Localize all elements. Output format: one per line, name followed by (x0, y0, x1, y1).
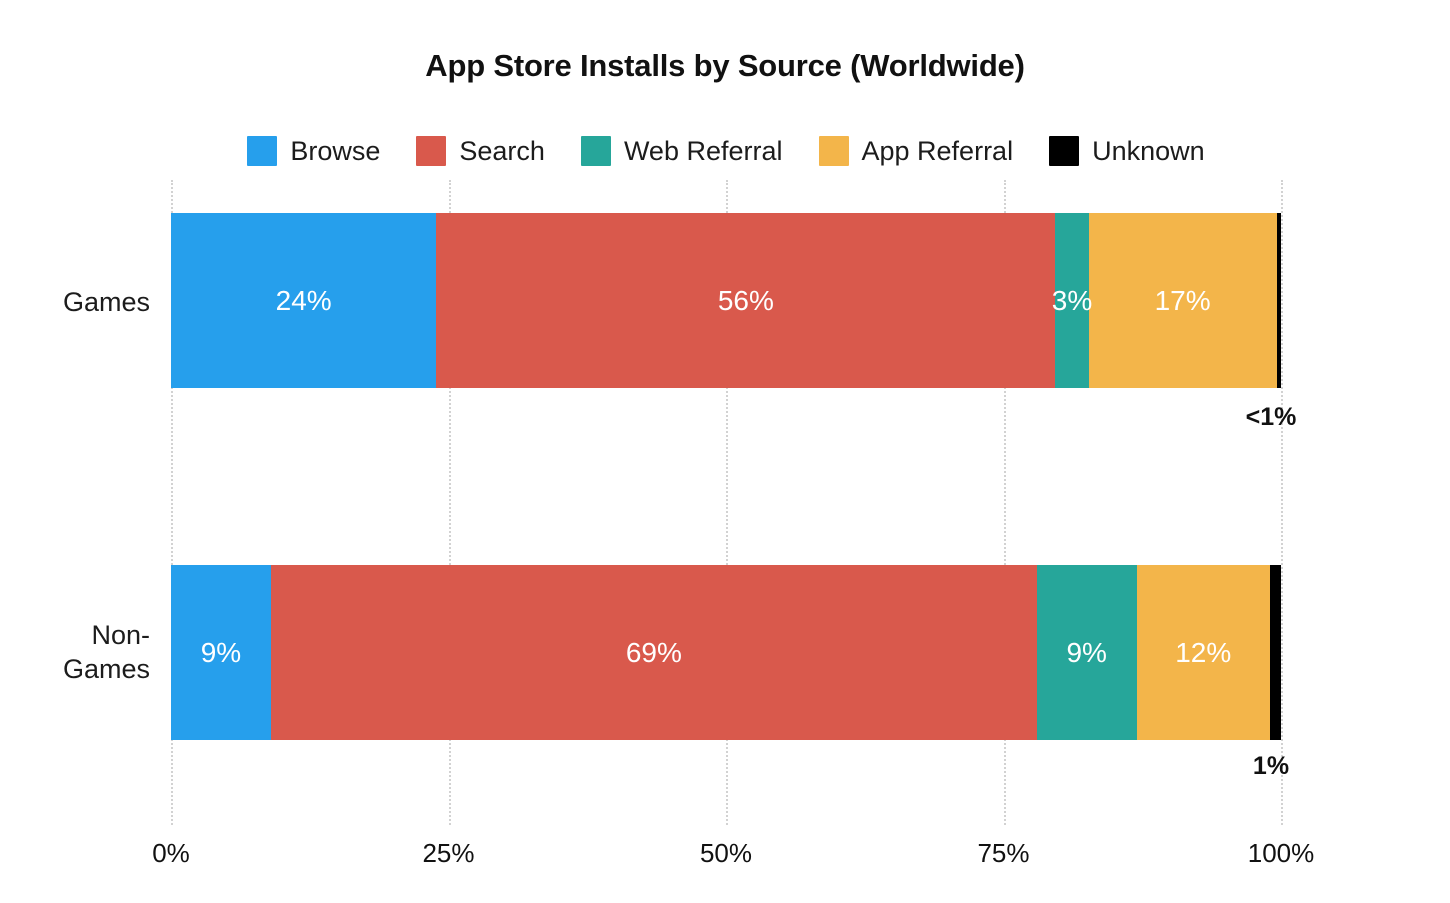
legend-item-label: Browse (290, 135, 381, 166)
legend-item-label: Web Referral (623, 135, 783, 166)
chart-title: App Store Installs by Source (Worldwide) (425, 48, 1025, 83)
bar-segment-label: 9% (1066, 636, 1107, 668)
gridline (1281, 180, 1283, 825)
legend-item-web-referral[interactable]: Web Referral (580, 135, 783, 167)
legend-item-label: Search (459, 135, 545, 166)
chart-legend: Browse Search Web Referral App Referral Unkn… (171, 131, 1281, 171)
bar-segment-search[interactable]: 56% (436, 213, 1056, 388)
legend-swatch-icon (1049, 136, 1080, 166)
bar-segment-app-referral[interactable]: 12% (1136, 565, 1270, 740)
x-axis-tick-label: 75% (977, 838, 1030, 868)
legend-item-browse[interactable]: Browse (247, 136, 380, 167)
category-label-games: Games (0, 285, 150, 319)
category-label-line: Non- (91, 620, 150, 650)
bar-segment-label: 12% (1175, 636, 1232, 668)
bar-segment-unknown[interactable]: 1% (1269, 565, 1281, 740)
bar-games: 24% 56% 3% 17% <1% (171, 213, 1282, 388)
legend-item-label: Unknown (1092, 135, 1205, 166)
bar-non-games: 9% 69% 9% 12% 1% (171, 565, 1281, 740)
bar-segment-label: 9% (200, 636, 242, 668)
unknown-value-annotation: 1% (1252, 752, 1290, 780)
x-axis-tick-labels: 0% 25% 50% 75% 100% (152, 838, 1314, 878)
bar-segment-unknown[interactable]: <1% (1276, 213, 1282, 388)
chart-container: App Store Installs by Source (Worldwide)… (0, 0, 1450, 903)
bar-segment-web-referral[interactable]: 9% (1036, 565, 1137, 740)
legend-item-app-referral[interactable]: App Referral (818, 135, 1014, 167)
category-label-non-games: Non- Games (0, 618, 150, 686)
x-axis-tick-label: 0% (152, 838, 190, 868)
legend-item-label: App Referral (861, 135, 1014, 166)
legend-item-search[interactable]: Search (416, 136, 545, 167)
bar-segment-browse[interactable]: 24% (171, 213, 437, 388)
bar-segment-label: 24% (275, 284, 332, 316)
legend-swatch-icon (818, 136, 849, 166)
plot-area: SensorTower 24%56%3%17%<1%9%69%9%12%1% (171, 180, 1283, 825)
bar-segment-web-referral[interactable]: 3% (1052, 213, 1092, 388)
x-axis-tick-label: 50% (699, 838, 753, 868)
unknown-value-annotation: <1% (1245, 403, 1297, 431)
legend-swatch-icon (247, 136, 278, 166)
bar-segment-label: 17% (1154, 284, 1211, 316)
bar-segment-browse[interactable]: 9% (171, 565, 271, 740)
category-label-line: Games (62, 287, 150, 317)
legend-swatch-icon (580, 136, 611, 166)
bar-segment-label: 56% (717, 284, 774, 316)
category-label-line: Games (62, 654, 150, 685)
bar-segment-app-referral[interactable]: 17% (1088, 213, 1277, 388)
x-axis-tick-label: 100% (1247, 838, 1315, 868)
bar-segment-search[interactable]: 69% (270, 565, 1037, 740)
x-axis-tick-label: 25% (422, 838, 475, 868)
legend-item-unknown[interactable]: Unknown (1049, 136, 1205, 167)
bar-segment-label: 3% (1051, 284, 1093, 316)
legend-swatch-icon (416, 136, 447, 166)
bar-segment-label: 69% (625, 636, 682, 668)
